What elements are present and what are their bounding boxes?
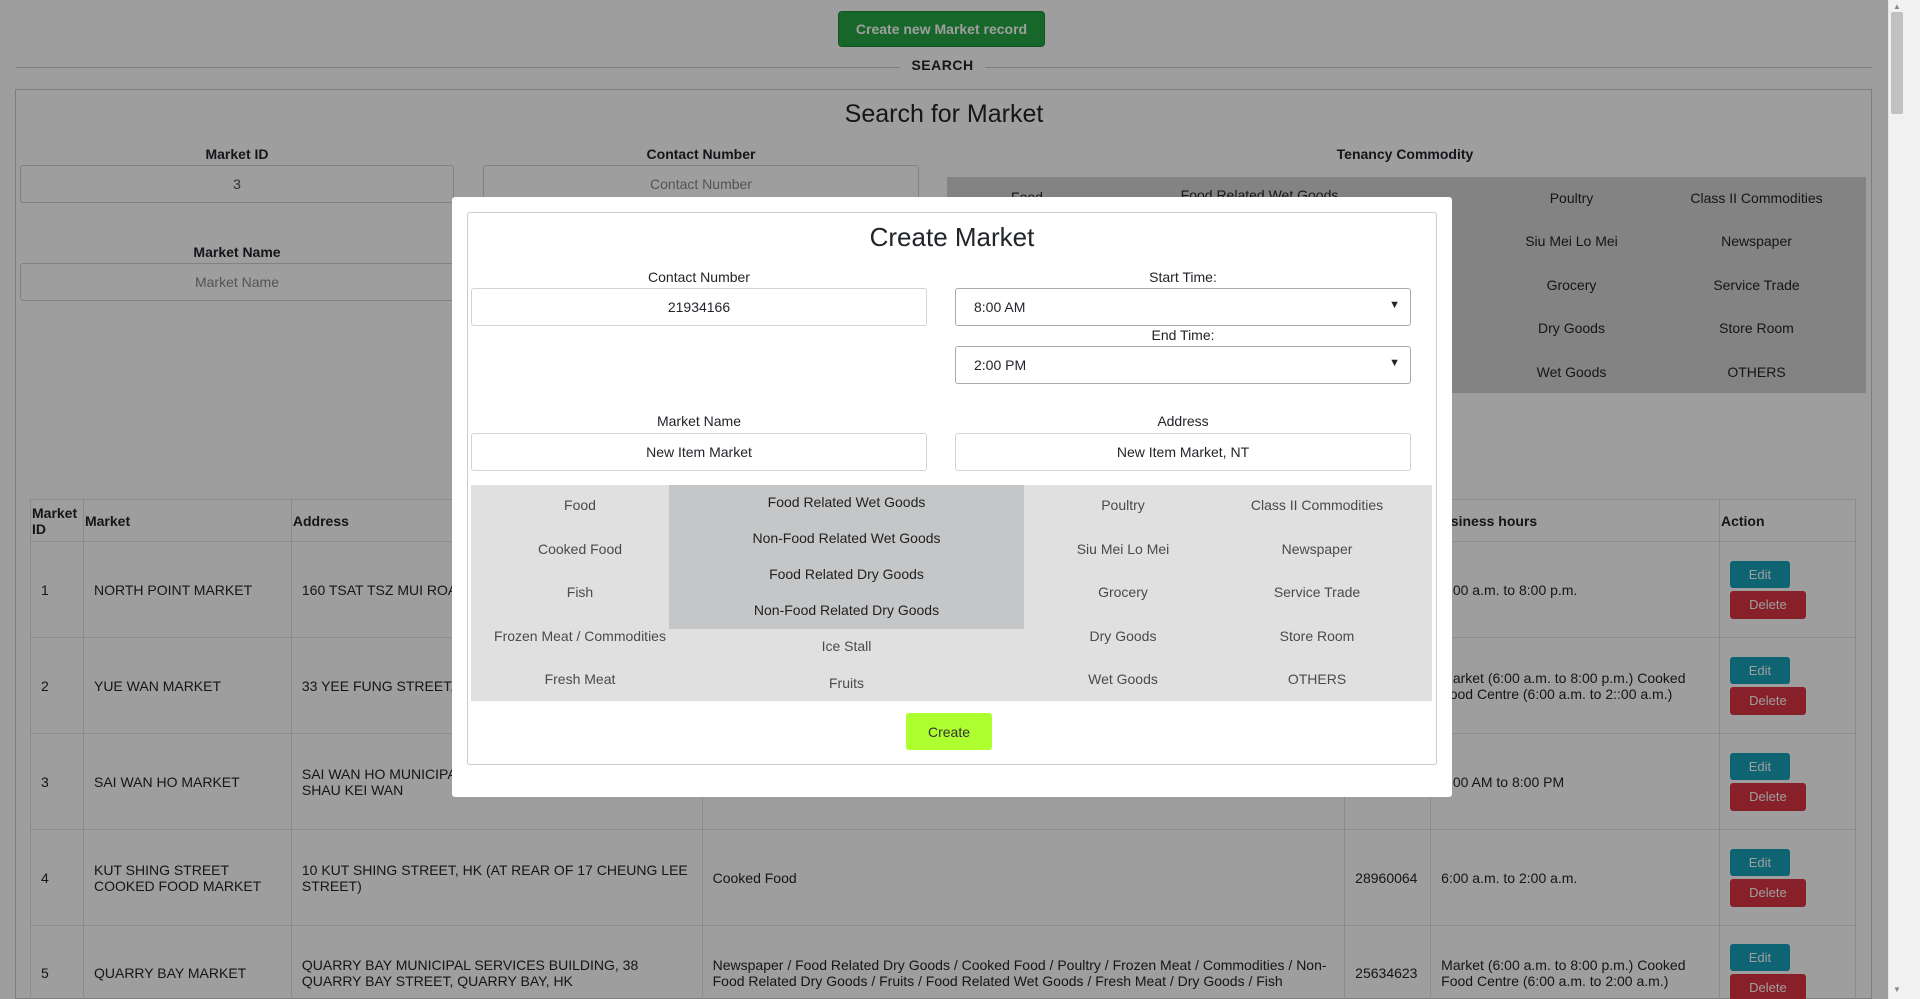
end-time-value: 2:00 PM <box>974 357 1027 373</box>
chevron-down-icon: ▼ <box>1389 299 1400 311</box>
modal-address-input[interactable]: New Item Market, NT <box>955 433 1411 471</box>
commodity-option[interactable]: Dry Goods <box>1024 628 1222 644</box>
commodity-option[interactable]: Wet Goods <box>1024 671 1222 687</box>
end-time-select[interactable]: 2:00 PM ▼ <box>955 346 1411 384</box>
commodity-option[interactable]: Fruits <box>669 675 1024 691</box>
commodity-option-selected[interactable]: Food Related Dry Goods <box>669 566 1024 582</box>
commodity-option[interactable]: Newspaper <box>1222 541 1412 557</box>
end-time-label: End Time: <box>1151 327 1215 343</box>
commodity-option-selected[interactable]: Non-Food Related Dry Goods <box>669 602 1024 618</box>
commodity-option[interactable]: OTHERS <box>1222 671 1412 687</box>
commodity-option[interactable]: Class II Commodities <box>1222 497 1412 513</box>
modal-contact-input[interactable]: 21934166 <box>471 288 927 326</box>
commodity-option[interactable]: Service Trade <box>1222 584 1412 600</box>
modal-market-name-label: Market Name <box>656 413 742 429</box>
modal-market-name-input[interactable]: New Item Market <box>471 433 927 471</box>
commodity-option[interactable]: Store Room <box>1222 628 1412 644</box>
start-time-select[interactable]: 8:00 AM ▼ <box>955 288 1411 326</box>
page-scrollbar[interactable] <box>1888 0 1920 999</box>
modal-address-label: Address <box>1157 413 1209 429</box>
modal-create-button[interactable]: Create <box>906 713 992 750</box>
commodity-option[interactable]: Siu Mei Lo Mei <box>1024 541 1222 557</box>
commodity-option[interactable]: Ice Stall <box>669 638 1024 654</box>
scroll-down-arrow-icon[interactable]: ▼ <box>1891 985 1903 995</box>
commodity-option[interactable]: Poultry <box>1024 497 1222 513</box>
commodity-option[interactable]: Frozen Meat / Commodities <box>471 628 689 644</box>
commodity-option-selected[interactable]: Non-Food Related Wet Goods <box>669 530 1024 546</box>
start-time-label: Start Time: <box>1149 269 1217 285</box>
commodity-option[interactable]: Cooked Food <box>471 541 689 557</box>
start-time-value: 8:00 AM <box>974 299 1026 315</box>
chevron-down-icon: ▼ <box>1389 357 1400 369</box>
commodity-option-selected[interactable]: Food Related Wet Goods <box>669 494 1024 510</box>
commodity-option[interactable]: Fresh Meat <box>471 671 689 687</box>
modal-title: Create Market <box>869 222 1035 252</box>
scrollbar-thumb[interactable] <box>1891 12 1903 114</box>
scroll-up-arrow-icon[interactable]: ▲ <box>1891 2 1903 12</box>
modal-contact-label: Contact Number <box>648 269 750 285</box>
commodity-option[interactable]: Fish <box>471 584 689 600</box>
commodity-option[interactable]: Grocery <box>1024 584 1222 600</box>
commodity-option[interactable]: Food <box>471 497 689 513</box>
